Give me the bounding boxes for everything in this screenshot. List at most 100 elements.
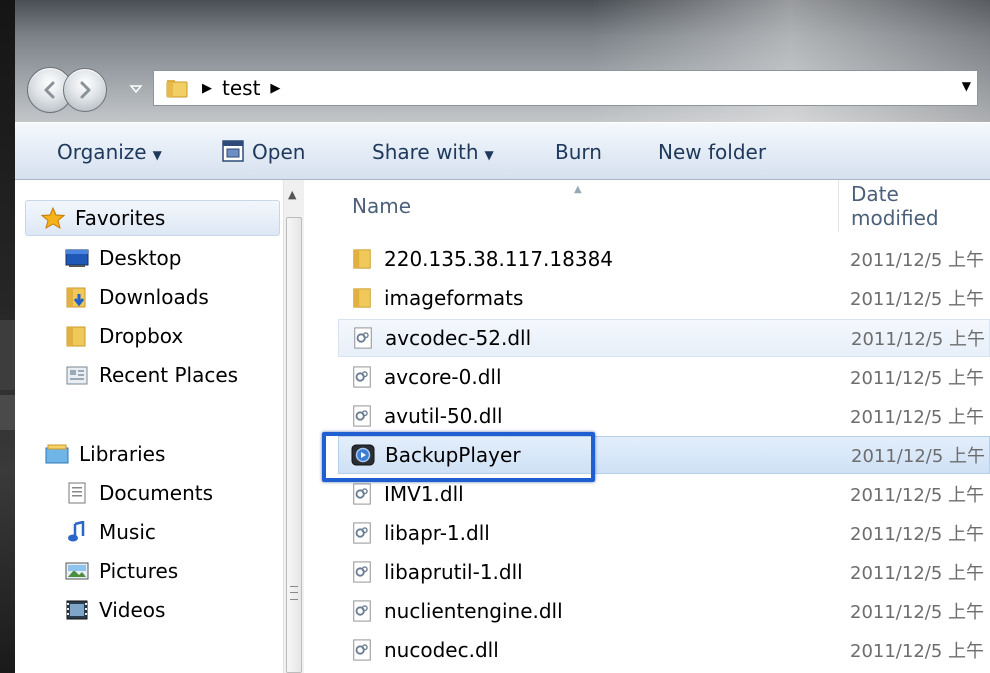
forward-button[interactable] [63,68,107,112]
nav-favorites[interactable]: Favorites [25,200,280,236]
nav-videos-label: Videos [99,598,166,622]
file-date: 2011/12/5 上午 [850,641,985,662]
nav-favorites-label: Favorites [75,206,166,230]
file-date: 2011/12/5 上午 [850,368,985,389]
star-icon [41,207,65,229]
file-date: 2011/12/5 上午 [850,485,985,506]
dll-file-icon [351,326,375,350]
nav-music[interactable]: Music [65,514,156,550]
nav-libraries-label: Libraries [79,442,166,466]
file-date: 2011/12/5 上午 [850,602,985,623]
nav-pictures-label: Pictures [99,559,179,583]
open-icon [222,140,244,162]
file-name: avutil-50.dll [384,404,503,428]
file-name: libaprutil-1.dll [384,560,523,584]
folder-icon [350,247,374,271]
nav-desktop[interactable]: Desktop [65,240,181,276]
command-bar: Organize ▼ Open Share with ▼ Burn New fold… [15,122,990,180]
folder-icon [65,325,89,347]
nav-downloads[interactable]: Downloads [65,279,209,315]
navigation-pane: Favorites Desktop Downloads Dropbox Rece… [15,180,304,673]
file-row[interactable]: IMV1.dll 2011/12/5 上午 [338,475,990,513]
file-name: avcore-0.dll [384,365,502,389]
address-bar[interactable]: ▶ test ▶ ▼ [153,70,978,106]
libraries-icon [45,443,69,465]
nav-documents[interactable]: Documents [65,475,213,511]
navigation-scrollbar[interactable]: ▲ [283,180,304,673]
share-with-button[interactable]: Share with ▼ [372,140,494,164]
new-folder-button[interactable]: New folder [658,140,766,164]
documents-icon [65,482,89,504]
file-row[interactable]: 220.135.38.117.18384 2011/12/5 上午 [338,240,990,278]
file-row[interactable]: avutil-50.dll 2011/12/5 上午 [338,397,990,435]
recent-places-icon [65,364,89,386]
file-date: 2011/12/5 上午 [850,563,985,584]
nav-music-label: Music [99,520,156,544]
nav-videos[interactable]: Videos [65,592,165,628]
file-date: 2011/12/5 上午 [850,289,985,310]
file-date: 2011/12/5 上午 [850,524,985,545]
folder-icon [166,80,188,98]
application-icon [351,443,375,467]
file-name: nucodec.dll [384,638,499,662]
file-name: imageformats [384,286,524,310]
file-name: avcodec-52.dll [385,326,532,350]
file-row[interactable]: nuclientengine.dll 2011/12/5 上午 [338,592,990,630]
file-row[interactable]: libapr-1.dll 2011/12/5 上午 [338,514,990,552]
organize-label: Organize [57,140,147,164]
nav-desktop-label: Desktop [99,246,182,270]
dll-file-icon [350,404,374,428]
file-date: 2011/12/5 上午 [851,446,986,467]
nav-recent-places[interactable]: Recent Places [65,357,238,393]
recent-pages-dropdown-icon[interactable] [129,82,143,96]
file-row[interactable]: nucodec.dll 2011/12/5 上午 [338,631,990,669]
nav-downloads-label: Downloads [99,285,209,309]
breadcrumb-test[interactable]: test [222,76,260,100]
address-dropdown-icon[interactable]: ▼ [962,79,971,93]
dll-file-icon [350,365,374,389]
pictures-icon [65,560,89,582]
videos-icon [65,599,89,621]
sort-ascending-icon: ▲ [574,184,582,195]
dll-file-icon [350,638,374,662]
file-name: libapr-1.dll [384,521,490,545]
music-icon [65,521,89,543]
organize-button[interactable]: Organize ▼ [57,140,162,164]
nav-pictures[interactable]: Pictures [65,553,178,589]
file-date: 2011/12/5 上午 [850,250,985,271]
file-date: 2011/12/5 上午 [850,407,985,428]
column-header-date-modified[interactable]: Date modified [838,180,990,232]
nav-recent-places-label: Recent Places [99,363,239,387]
chevron-down-icon: ▼ [152,148,162,162]
file-row-backupplayer[interactable]: BackupPlayer 2011/12/5 上午 [338,436,990,474]
file-list: ▲ Name Date modified 220.135.38.117.1838… [304,180,990,673]
file-date: 2011/12/5 上午 [851,329,986,350]
burn-button[interactable]: Burn [555,140,602,164]
folder-icon [350,286,374,310]
open-button[interactable]: Open [252,140,305,164]
share-with-label: Share with [372,140,479,164]
breadcrumb-separator-icon[interactable]: ▶ [202,81,212,96]
file-name: BackupPlayer [385,443,521,467]
dll-file-icon [350,599,374,623]
file-row[interactable]: imageformats 2011/12/5 上午 [338,279,990,317]
forward-arrow-icon [80,81,91,99]
downloads-icon [65,286,89,308]
nav-dropbox[interactable]: Dropbox [65,318,183,354]
file-row[interactable]: avcore-0.dll 2011/12/5 上午 [338,358,990,396]
file-name: 220.135.38.117.18384 [384,247,614,271]
column-header-name[interactable]: Name [352,180,411,232]
file-row[interactable]: libaprutil-1.dll 2011/12/5 上午 [338,553,990,591]
dll-file-icon [350,482,374,506]
scrollbar-thumb[interactable] [286,217,302,673]
dll-file-icon [350,521,374,545]
window-titlebar: ▶ test ▶ ▼ [15,0,990,122]
scroll-up-icon[interactable]: ▲ [288,188,296,201]
nav-libraries[interactable]: Libraries [45,436,165,472]
nav-documents-label: Documents [99,481,214,505]
file-row[interactable]: avcodec-52.dll 2011/12/5 上午 [338,319,990,357]
scrollbar-grip-icon [290,586,298,600]
breadcrumb-separator-icon[interactable]: ▶ [270,81,280,96]
file-name: IMV1.dll [384,482,464,506]
desktop-icon [65,247,89,269]
